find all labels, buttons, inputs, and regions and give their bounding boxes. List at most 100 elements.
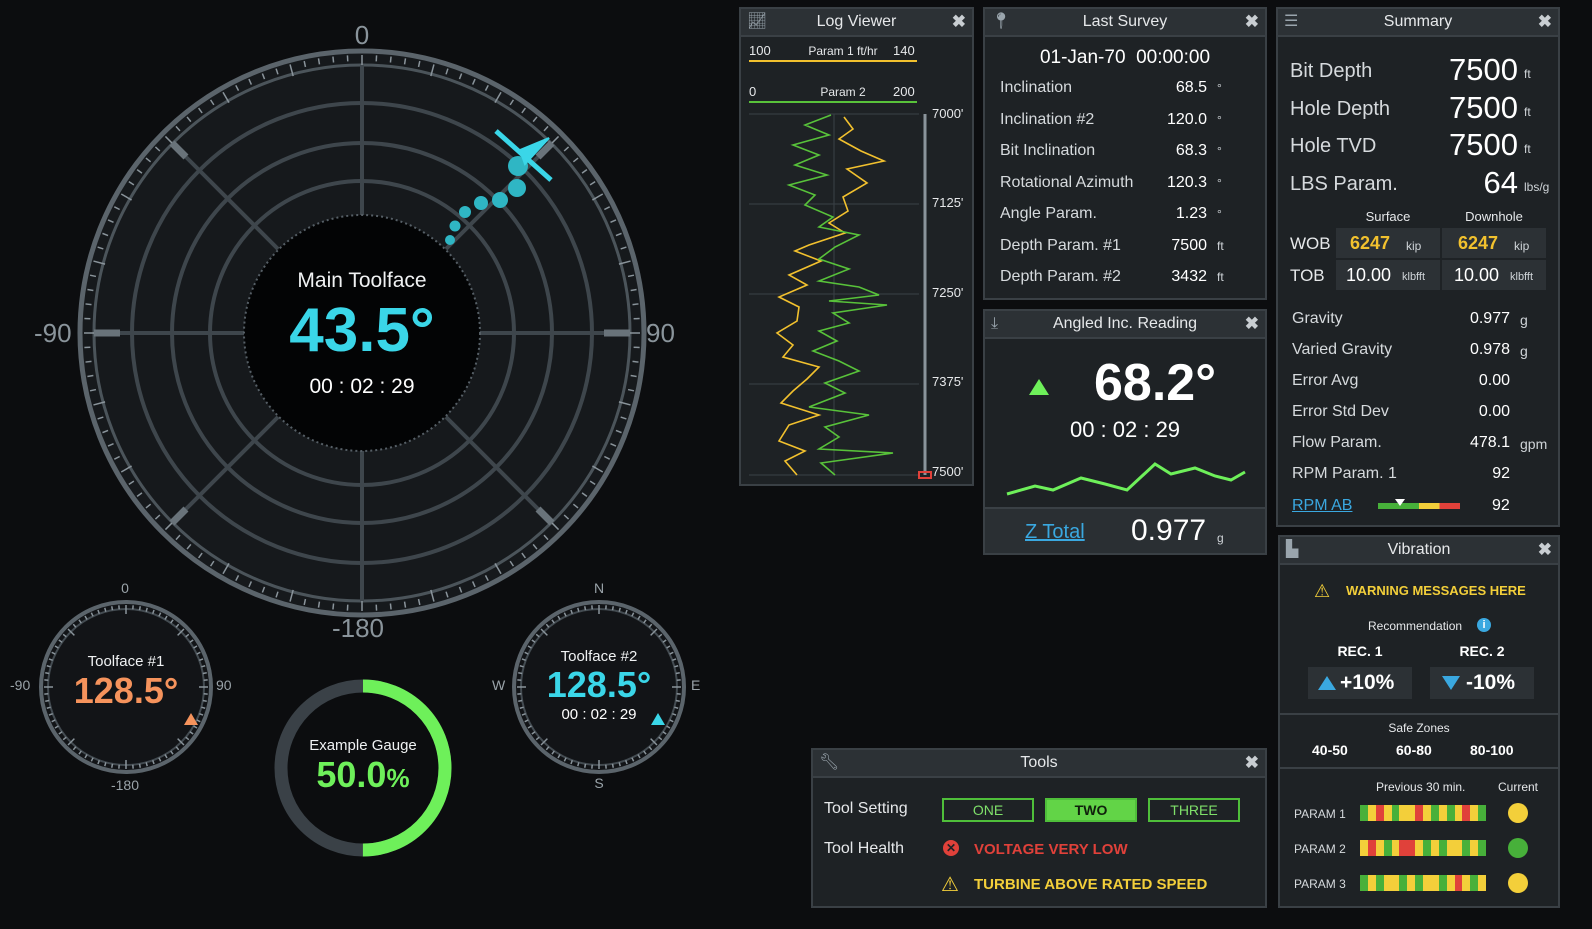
tick-mark [111, 606, 114, 611]
history-segment [1462, 840, 1471, 856]
toolface2-tick-left: W [492, 677, 506, 693]
angled-inc-time: 00 : 02 : 29 [1069, 417, 1181, 442]
summary-big-value: 7500 [1449, 127, 1518, 162]
survey-row-label: Depth Param. #2 [1000, 268, 1121, 285]
close-icon[interactable]: ✖ [1245, 9, 1259, 35]
tool-option-three[interactable]: THREE [1148, 798, 1240, 822]
tick-mark [332, 56, 335, 63]
toolface1-tick-right: 90 [216, 677, 232, 693]
survey-row-unit: ° [1217, 144, 1222, 158]
summary-row-label: RPM Param. 1 [1292, 465, 1397, 482]
history-segment [1375, 875, 1384, 891]
history-segment [1391, 805, 1400, 821]
history-segment [1399, 875, 1408, 891]
history-segment [1430, 875, 1439, 891]
vibration-status-dot [1508, 838, 1528, 858]
rec1-label: REC. 1 [1337, 643, 1383, 659]
current-label: Current [1498, 780, 1539, 794]
tick-mark [138, 606, 141, 611]
tick-mark [584, 606, 587, 611]
tick-mark [611, 763, 614, 768]
rec1-value: +10% [1340, 671, 1395, 694]
survey-row-value: 120.3 [1166, 173, 1207, 191]
history-segment [1478, 875, 1486, 891]
z-total-link[interactable]: Z Total [1025, 521, 1085, 544]
tick-mark [618, 762, 621, 767]
history-segment [1423, 875, 1431, 891]
history-segment [1423, 840, 1431, 856]
close-icon[interactable]: ✖ [1245, 311, 1259, 337]
example-gauge-unit: % [386, 763, 410, 793]
close-icon[interactable]: ✖ [1245, 750, 1259, 776]
rec2-value: -10% [1466, 671, 1516, 694]
vibration-history-bar [1360, 875, 1486, 891]
history-segment [1367, 805, 1376, 821]
last-survey-title: Last Survey [1082, 13, 1168, 30]
close-icon[interactable]: ✖ [1538, 537, 1552, 563]
angled-inc-title: Angled Inc. Reading [1052, 315, 1198, 332]
tool-option-one[interactable]: ONE [942, 798, 1034, 822]
up-triangle-icon [1029, 379, 1049, 395]
history-segment [1470, 875, 1479, 891]
close-icon[interactable]: ✖ [952, 9, 966, 35]
wob-label: WOB [1290, 234, 1331, 253]
tick-mark [403, 58, 407, 65]
history-segment [1399, 840, 1408, 856]
history-segment [1438, 805, 1447, 821]
depth-label-5: 7500' [932, 464, 964, 479]
toolface2-tick-right: E [691, 677, 701, 693]
summary-title: Summary [1383, 13, 1453, 30]
wob-surface-unit: kip [1406, 239, 1422, 253]
main-toolface-time: 00 : 02 : 29 [309, 375, 415, 398]
main-tick-top: 0 [354, 20, 370, 50]
history-segment [1360, 840, 1368, 856]
rpm-ab-link[interactable]: RPM AB [1292, 497, 1352, 515]
rec2-label: REC. 2 [1459, 643, 1505, 659]
zone-3: 80-100 [1470, 742, 1514, 758]
toolface1-tick-top: 0 [121, 580, 129, 596]
history-segment [1446, 840, 1455, 856]
tick-mark [87, 374, 94, 378]
rpm-ab-value: 92 [1492, 497, 1510, 514]
survey-row-label: Depth Param. #1 [1000, 236, 1121, 254]
tick-mark [85, 303, 92, 306]
tick-mark [317, 601, 321, 608]
wob-surface-value: 6247 [1350, 233, 1391, 253]
main-tick-left: -90 [34, 318, 72, 348]
history-segment [1383, 840, 1392, 856]
depth-label-2: 7125' [932, 195, 964, 210]
tick-mark [611, 606, 614, 611]
history-segment [1470, 840, 1479, 856]
close-icon[interactable]: ✖ [1538, 9, 1552, 35]
survey-row-unit: ft [1217, 270, 1224, 284]
tick-mark [332, 603, 335, 610]
toolface1-label: Toolface #1 [87, 653, 165, 670]
error-circle-icon: ✕ [943, 840, 959, 856]
tick-mark [389, 603, 392, 610]
tool-health-warning: TURBINE ABOVE RATED SPEED [974, 876, 1208, 893]
survey-datetime: 01-Jan-70 00:00:00 [1039, 47, 1211, 68]
tick-mark [632, 303, 639, 306]
tool-option-two[interactable]: TWO [1045, 798, 1137, 822]
info-icon[interactable]: i [1477, 618, 1491, 632]
rpm-ab-marker-icon [1395, 499, 1405, 506]
tick-mark [389, 56, 392, 63]
param2-min: 0 [749, 84, 757, 99]
summary-big-value: 64 [1483, 164, 1518, 200]
history-segment [1367, 875, 1376, 891]
rec1-up-icon [1318, 676, 1336, 690]
summary-big-label: Hole Depth [1290, 97, 1391, 120]
wob-downhole-unit: kip [1514, 239, 1530, 253]
main-toolface-value: 43.5° [289, 296, 435, 365]
history-segment [1446, 875, 1455, 891]
history-segment [1438, 875, 1447, 891]
history-segment [1454, 805, 1463, 821]
example-gauge-readout: 50.0% [273, 754, 453, 796]
survey-row-unit: ft [1217, 238, 1224, 253]
previous-label: Previous 30 min. [1376, 780, 1466, 794]
history-segment [1375, 840, 1384, 856]
param1-min: 100 [749, 43, 771, 58]
toolface1-value: 128.5° [73, 670, 179, 711]
param1-name: Param 1 ft/hr [808, 44, 878, 58]
vibration-title: Vibration [1387, 541, 1451, 558]
